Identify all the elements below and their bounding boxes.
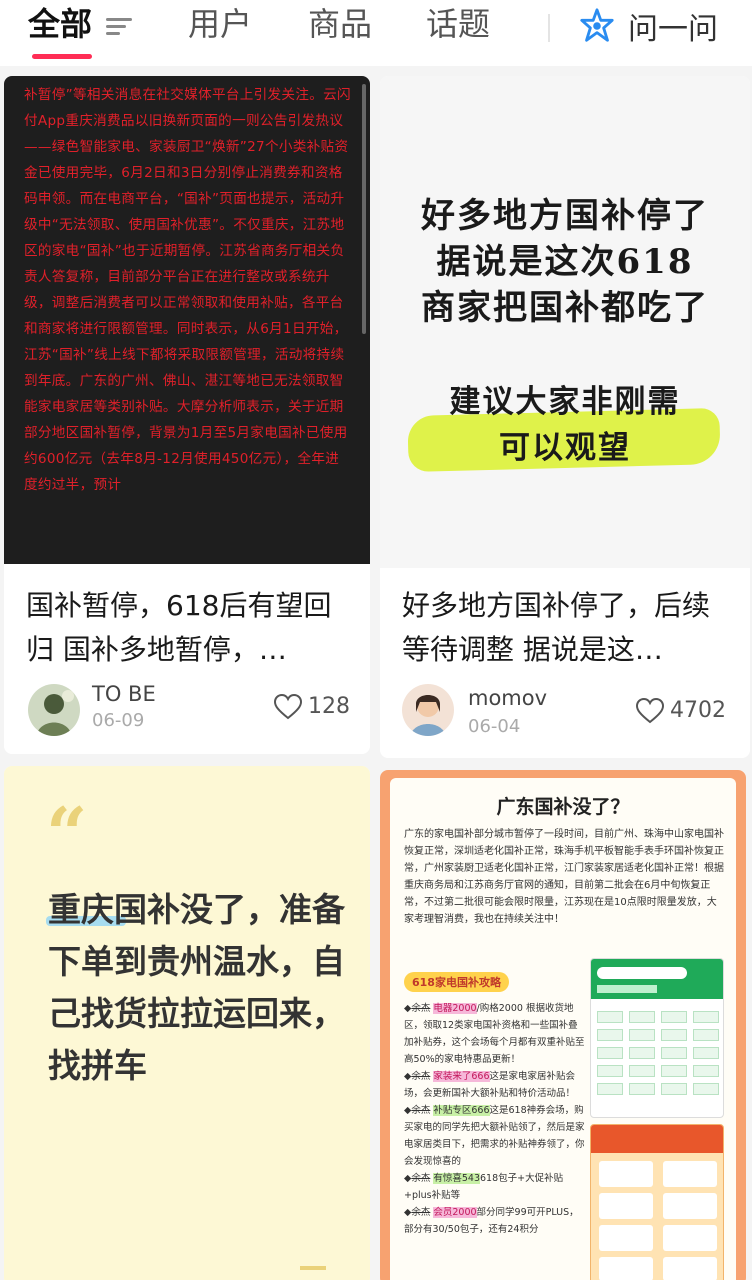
like-count: 128 <box>308 694 350 719</box>
like-count: 4702 <box>670 698 726 723</box>
card-title: 国补暂停，618后有望回归 国补多地暂停，… <box>26 589 332 666</box>
list-item: ◆余杰 补贴专区666这是618神券会场，购买家电的同学先把大额补贴领了，然后是… <box>404 1105 585 1167</box>
cover-line: 可以观望 <box>499 430 631 466</box>
author-name[interactable]: momov <box>468 686 547 710</box>
decorative-dash <box>300 1266 326 1270</box>
post-date: 06-04 <box>468 716 521 737</box>
author-name[interactable]: TO BE <box>92 682 156 706</box>
card-cover-image: 好多地方国补停了 据说是这次618 商家把国补都吃了 建议大家非刚需 可以观望 <box>380 76 750 568</box>
note-card[interactable]: 广东国补没了？ 广东的家电国补部分城市暂停了一段时间，目前广州、珠海中山家电国补… <box>380 770 746 1280</box>
cover-line: 好多地方国补停了 <box>421 196 709 236</box>
screenshot-thumbnail <box>590 1124 724 1280</box>
cover-line: 建议大家非刚需 <box>449 384 681 420</box>
note-card[interactable]: “ 重庆国补没了，准备下单到贵州温水，自己找货拉拉运回来，找拼车 <box>4 766 370 1280</box>
list-item: ◆余杰 会员2000部分同学99可开PLUS，部分有30/50包子，还有24积分 <box>404 1207 579 1235</box>
note-card[interactable]: 补暂停”等相关消息在社交媒体平台上引发关注。云闪付App重庆消费品以旧换新页面的… <box>4 76 370 754</box>
card-cover-image: “ 重庆国补没了，准备下单到贵州温水，自己找货拉拉运回来，找拼车 <box>4 766 370 1280</box>
infographic-paragraph: 广东的家电国补部分城市暂停了一段时间，目前广州、珠海中山家电国补恢复正常，深圳适… <box>404 829 724 925</box>
infographic-title: 广东国补没了？ <box>496 796 630 818</box>
list-item: ◆余杰 家装来了666这是家电家居补贴会场，会更新国补大额补贴和特价活动品！ <box>404 1071 576 1099</box>
list-item: ◆余杰 电器2000/购格2000 根据收货地区，领取12类家电国补资格和一些国… <box>404 1003 585 1065</box>
tab-goods[interactable]: 商品 <box>308 4 372 44</box>
card-title: 好多地方国补停了，后续等待调整 据说是这… <box>402 589 711 666</box>
cover-text: 补暂停”等相关消息在社交媒体平台上引发关注。云闪付App重庆消费品以旧换新页面的… <box>24 87 351 493</box>
cover-line: 商家把国补都吃了 <box>421 288 709 328</box>
top-tab-bar: 全部 用户 商品 话题 问一问 <box>0 0 752 66</box>
note-card[interactable]: 好多地方国补停了 据说是这次618 商家把国补都吃了 建议大家非刚需 可以观望 … <box>380 76 750 758</box>
list-item: ◆余杰 有惊喜543618包子+大促补贴+plus补贴等 <box>404 1173 564 1201</box>
cover-line: 据说是这次618 <box>436 242 694 282</box>
quote-mark-icon: “ <box>46 791 88 876</box>
infographic-badge: 618家电国补攻略 <box>404 972 509 992</box>
tab-topics[interactable]: 话题 <box>426 4 490 44</box>
infographic-list: ◆余杰 电器2000/购格2000 根据收货地区，领取12类家电国补资格和一些国… <box>404 1000 586 1238</box>
heart-icon[interactable] <box>274 694 302 720</box>
tab-all[interactable]: 全部 <box>28 4 92 44</box>
avatar[interactable] <box>402 684 454 736</box>
card-cover-image: 广东国补没了？ 广东的家电国补部分城市暂停了一段时间，目前广州、珠海中山家电国补… <box>380 770 746 1280</box>
tab-divider <box>548 14 550 42</box>
screenshot-thumbnail <box>590 958 724 1118</box>
active-tab-indicator <box>32 54 92 59</box>
infographic: 广东国补没了？ 广东的家电国补部分城市暂停了一段时间，目前广州、珠海中山家电国补… <box>390 778 736 1280</box>
cover-text: 重庆国补没了，准备下单到贵州温水，自己找货拉拉运回来，找拼车 <box>48 890 345 1085</box>
tab-users[interactable]: 用户 <box>188 4 252 44</box>
filter-icon[interactable] <box>106 14 134 38</box>
scrollbar <box>362 84 366 334</box>
heart-icon[interactable] <box>636 698 664 724</box>
card-cover-image: 补暂停”等相关消息在社交媒体平台上引发关注。云闪付App重庆消费品以旧换新页面的… <box>4 76 370 564</box>
star-sparkle-icon <box>580 8 614 42</box>
ask-button[interactable]: 问一问 <box>578 4 718 48</box>
ask-label: 问一问 <box>628 12 718 47</box>
post-date: 06-09 <box>92 710 145 731</box>
avatar[interactable] <box>28 684 80 736</box>
